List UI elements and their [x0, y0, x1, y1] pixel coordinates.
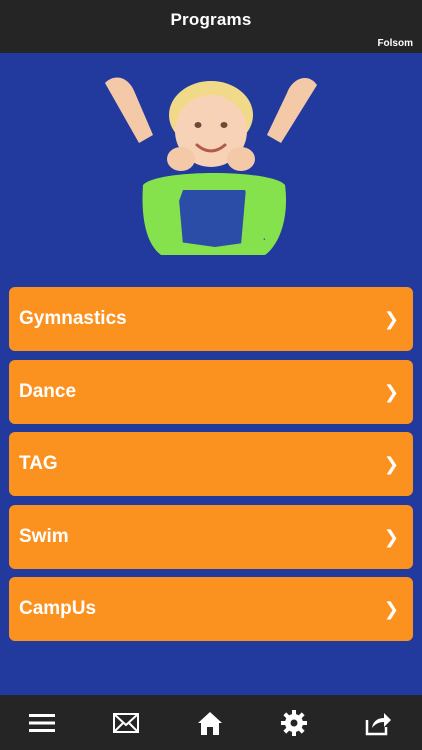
bottom-tab-bar — [0, 695, 422, 750]
envelope-icon — [113, 712, 139, 733]
child-photo — [105, 77, 317, 255]
menu-item-gymnastics[interactable]: Gymnastics ❯ — [9, 287, 413, 351]
menu-item-label: TAG — [19, 453, 58, 474]
menu-item-label: Gymnastics — [19, 308, 127, 329]
home-tab[interactable] — [168, 695, 252, 750]
top-bar: Programs Folsom — [0, 0, 422, 53]
home-icon — [198, 711, 222, 735]
menu-item-tag[interactable]: TAG ❯ — [9, 432, 413, 496]
menu-item-label: Dance — [19, 380, 77, 402]
menu-tab[interactable] — [0, 695, 84, 750]
settings-tab[interactable] — [252, 695, 336, 750]
menu-item-campus[interactable]: CampUs ❯ — [9, 577, 413, 641]
share-icon — [365, 712, 391, 735]
menu-item-dance[interactable]: Dance ❯ — [9, 359, 413, 424]
gear-icon — [281, 709, 307, 736]
hero-banner — [0, 53, 422, 278]
chevron-right-icon: ❯ — [383, 599, 399, 619]
page-title: Programs — [170, 10, 252, 29]
chevron-right-icon: ❯ — [383, 454, 399, 474]
programs-menu: Gymnastics ❯ Dance ❯ TAG ❯ Swim ❯ CampUs… — [9, 287, 413, 650]
menu-item-label: Swim — [19, 525, 69, 547]
menu-item-swim[interactable]: Swim ❯ — [9, 504, 413, 569]
share-tab[interactable] — [336, 695, 420, 750]
location-label: Folsom — [377, 38, 413, 49]
mail-tab[interactable] — [84, 695, 168, 750]
chevron-right-icon: ❯ — [383, 309, 399, 329]
chevron-right-icon: ❯ — [383, 381, 399, 402]
menu-item-label: CampUs — [19, 598, 97, 619]
chevron-right-icon: ❯ — [383, 526, 399, 547]
hamburger-menu-icon — [29, 713, 55, 732]
